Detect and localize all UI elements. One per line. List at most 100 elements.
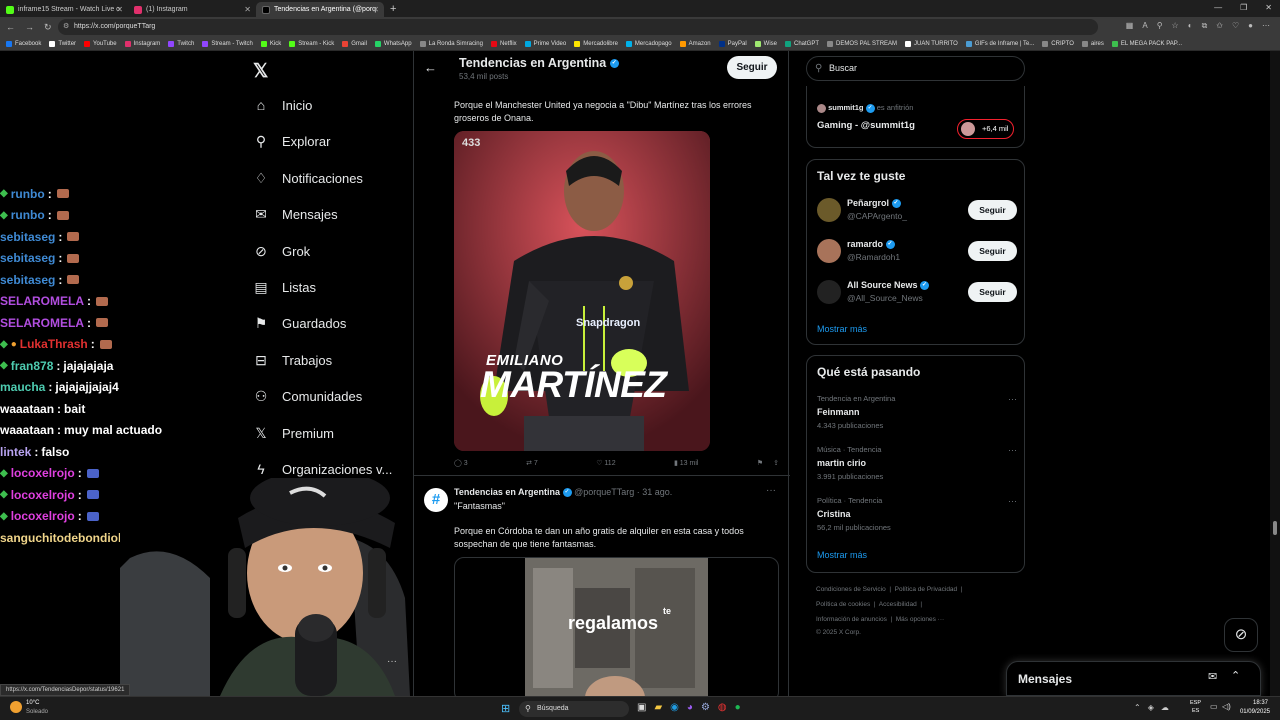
bookmark-2[interactable]: YouTube [84, 40, 117, 47]
keyboard-layout[interactable]: ES [1192, 708, 1199, 714]
more-options-icon[interactable]: ··· [1008, 394, 1017, 404]
clock-date[interactable]: 01/09/2025 [1236, 709, 1270, 715]
suggestion-item[interactable]: ramardo ✓ @Ramardoh1 Seguir [817, 236, 1017, 266]
bookmark-13[interactable]: Mercadolibre [574, 40, 618, 47]
tray-cloud-icon[interactable]: ☁ [1161, 703, 1169, 712]
terms-link[interactable]: Condiciones de Servicio [816, 586, 886, 593]
bookmark-icon[interactable]: ⚑ [757, 459, 763, 467]
task-view-icon[interactable]: ▣ [637, 702, 646, 713]
scrollbar-thumb[interactable] [1273, 521, 1277, 535]
repost-button[interactable]: ⇄ 7 [526, 459, 538, 467]
restore-icon[interactable]: ❐ [1240, 3, 1247, 12]
clock-time[interactable]: 18:37 [1240, 700, 1268, 706]
spotify-icon[interactable]: ● [735, 702, 741, 713]
nav-item-premium[interactable]: 𝕏 Premium [253, 425, 334, 442]
bookmark-10[interactable]: La Ronda Simracing [419, 40, 483, 47]
site-info-icon[interactable]: ⚙ [63, 19, 69, 35]
bookmark-17[interactable]: Wise [754, 40, 777, 47]
author-handle[interactable]: @porqueTTarg [574, 487, 634, 497]
trend-item[interactable]: Tendencia en Argentina Feinmann 4.343 publ… [817, 394, 1017, 430]
tray-app-icon[interactable]: ◈ [1148, 703, 1154, 712]
nav-item-comunidades[interactable]: ⚇ Comunidades [253, 388, 363, 405]
weather-icon[interactable] [10, 701, 22, 713]
share-icon[interactable]: ⇪ [773, 459, 779, 467]
more-options-icon[interactable]: ··· [766, 485, 776, 496]
bookmark-23[interactable]: aires [1081, 40, 1104, 47]
like-button[interactable]: ♡ 112 [596, 459, 615, 467]
tray-chevron-icon[interactable]: ⌃ [1134, 703, 1141, 712]
x-logo-icon[interactable]: 𝕏 [253, 60, 268, 83]
nav-item-inicio[interactable]: ⌂ Inicio [253, 97, 313, 113]
accessibility-link[interactable]: Accesibilidad [879, 601, 917, 608]
avatar[interactable] [817, 198, 841, 222]
zoom-icon[interactable]: ⚲ [1157, 21, 1163, 31]
more-options-icon[interactable]: ··· [1008, 496, 1017, 506]
tweet-video[interactable]: te regalamos [454, 557, 779, 702]
favorites-icon[interactable]: ✩ [1216, 21, 1223, 31]
ads-info-link[interactable]: Información de anuncios [816, 616, 887, 623]
nav-item-trabajos[interactable]: ⊟ Trabajos [253, 352, 332, 369]
language-code[interactable]: ESP [1190, 700, 1201, 706]
back-arrow-icon[interactable]: ← [424, 60, 437, 75]
page-scrollbar[interactable] [1270, 51, 1280, 696]
trend-item[interactable]: Música · Tendencia martin cirio 3.991 publ… [817, 445, 1017, 481]
bookmark-7[interactable]: Stream - Kick [289, 40, 334, 47]
network-icon[interactable]: ▭ [1210, 702, 1218, 711]
discord-icon[interactable]: ◕ [687, 702, 693, 713]
close-tab-icon[interactable]: ✕ [244, 5, 251, 14]
collections-icon[interactable]: ⧉ [1202, 21, 1208, 31]
bookmark-15[interactable]: Amazon [679, 40, 711, 47]
back-icon[interactable]: ← [6, 22, 15, 32]
tweet-date[interactable]: · 31 ago. [637, 487, 673, 497]
extensions-icon[interactable]: ◐ [1188, 21, 1193, 31]
suggestion-item[interactable]: Peñargrol ✓ @CAPArgento_ Seguir [817, 195, 1017, 225]
tab-x[interactable]: Tendencias en Argentina (@porq ✕ [256, 2, 384, 17]
bookmark-20[interactable]: JUAN TURRITO [905, 40, 958, 47]
bookmark-21[interactable]: GIFs de Inframe | Te... [965, 40, 1034, 47]
follow-button[interactable]: Seguir [727, 56, 777, 79]
forward-icon[interactable]: → [25, 22, 34, 32]
heart-icon[interactable]: ♡ [1232, 21, 1239, 31]
avatar[interactable] [817, 280, 841, 304]
nav-item-grok[interactable]: ⊘ Grok [253, 243, 310, 260]
windows-start-icon[interactable]: ⊞ [501, 702, 510, 715]
nav-item-mensajes[interactable]: ✉ Mensajes [253, 206, 338, 223]
obs-icon[interactable]: ◍ [718, 702, 727, 713]
steam-icon[interactable]: ⚙ [701, 702, 710, 713]
expand-icon[interactable]: ⌃ [1231, 669, 1240, 682]
bookmark-8[interactable]: Gmail [342, 40, 367, 47]
more-icon[interactable]: ⋯ [1262, 21, 1270, 31]
minimize-icon[interactable]: — [1214, 3, 1222, 12]
favorite-star-icon[interactable]: ☆ [1172, 21, 1179, 31]
trend-item[interactable]: Política · Tendencia Cristina 56,2 mil pub… [817, 496, 1017, 532]
bookmark-1[interactable]: Twitter [49, 40, 76, 47]
bookmark-9[interactable]: WhatsApp [374, 40, 412, 47]
bookmark-12[interactable]: Prime Video [524, 40, 566, 47]
bookmark-16[interactable]: PayPal [718, 40, 747, 47]
close-tab-icon[interactable]: ✕ [116, 5, 123, 14]
follow-button[interactable]: Seguir [968, 200, 1017, 220]
close-window-icon[interactable]: ✕ [1265, 3, 1272, 12]
nav-item-organizaciones-v[interactable]: ϟ Organizaciones v... [253, 461, 392, 477]
edge-icon[interactable]: ◉ [670, 702, 679, 713]
bookmark-4[interactable]: Twitch [168, 40, 194, 47]
bookmark-11[interactable]: Netflix [490, 40, 517, 47]
author-name[interactable]: Tendencias en Argentina [454, 487, 560, 497]
new-tab-button[interactable]: + [390, 3, 396, 15]
bookmark-0[interactable]: Facebook [6, 40, 41, 47]
cookies-link[interactable]: Política de cookies [816, 601, 870, 608]
bookmark-24[interactable]: EL MEGA PACK PAP... [1111, 40, 1182, 47]
tab-kick[interactable]: inframe15 Stream - Watch Live o ✕ [0, 2, 128, 17]
taskbar-search[interactable]: ⚲ Búsqueda [519, 701, 629, 717]
search-input[interactable]: ⚲ Buscar [806, 56, 1025, 81]
translate-icon[interactable]: A [1142, 21, 1147, 31]
privacy-link[interactable]: Política de Privacidad [895, 586, 958, 593]
tweet-image[interactable]: Snapdragon 433 EMILIANO MARTÍNEZ [454, 131, 710, 451]
bookmark-22[interactable]: CRIPTO [1042, 40, 1074, 47]
reply-button[interactable]: ◯ 3 [454, 459, 468, 467]
new-message-icon[interactable]: ✉ [1208, 670, 1217, 683]
nav-item-explorar[interactable]: ⚲ Explorar [253, 133, 331, 150]
show-more-trends-link[interactable]: Mostrar más [817, 550, 867, 560]
reload-icon[interactable]: ↻ [44, 22, 52, 33]
nav-item-notificaciones[interactable]: ♢ Notificaciones [253, 170, 363, 187]
